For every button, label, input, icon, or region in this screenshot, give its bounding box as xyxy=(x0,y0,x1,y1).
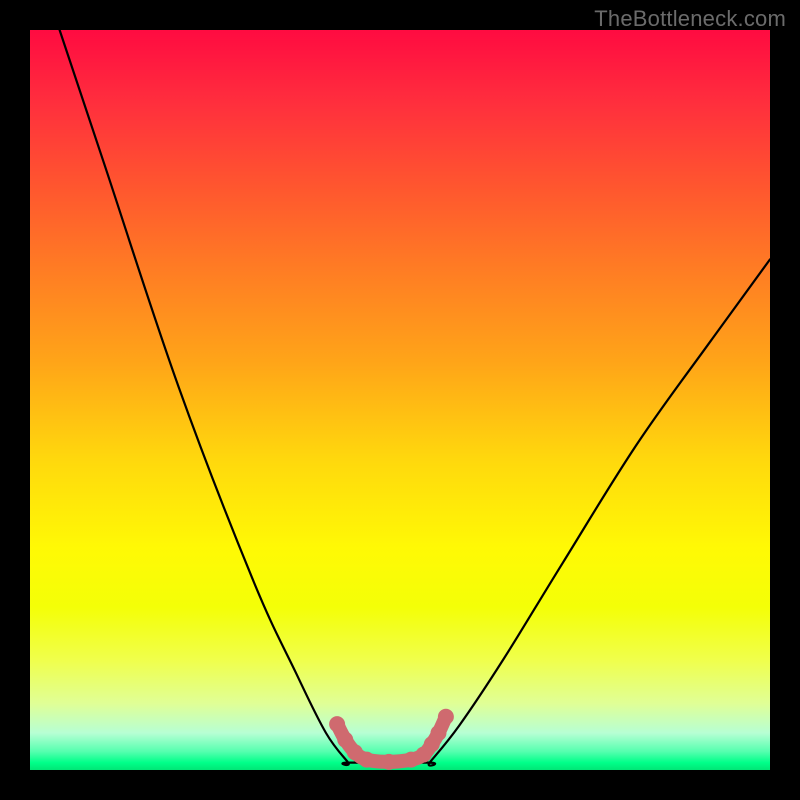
chart-frame: TheBottleneck.com xyxy=(0,0,800,800)
plot-area xyxy=(30,30,770,770)
chart-svg xyxy=(30,30,770,770)
bottleneck-curve xyxy=(60,30,770,766)
watermark-text: TheBottleneck.com xyxy=(594,6,786,32)
